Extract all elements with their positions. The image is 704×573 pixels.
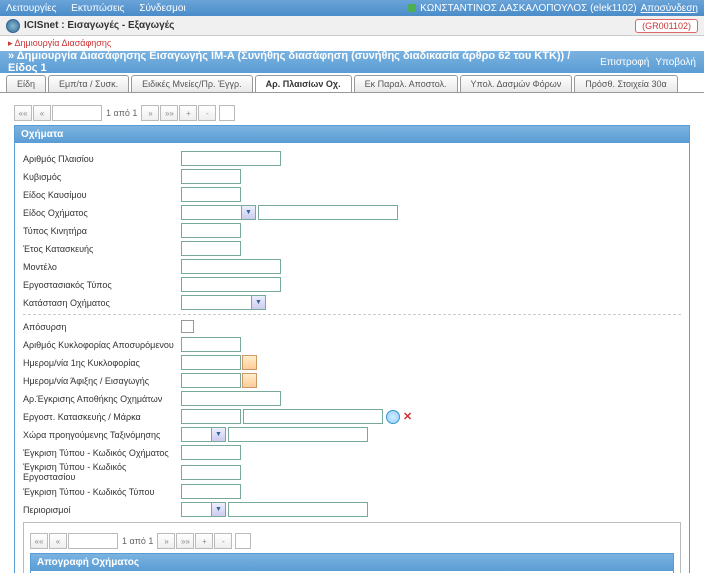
vehicles-panel: Οχήματα Αριθμός Πλαισίου Κυβισμός Είδος … (14, 125, 690, 573)
pager-prev[interactable]: « (33, 105, 51, 121)
inp-cc[interactable] (181, 169, 241, 184)
inp-country-desc[interactable] (228, 427, 368, 442)
inp-country[interactable] (181, 427, 211, 442)
page-title: » Δημιουργία Διασάφησης Εισαγωγής IM-A (… (8, 50, 600, 74)
pager-first[interactable]: «« (14, 105, 32, 121)
logout-link[interactable]: Αποσύνδεση (641, 3, 698, 14)
pager-last[interactable]: »» (160, 105, 178, 121)
pager-top: «« « 1 από 1 » »» + - (14, 105, 690, 121)
tab-2[interactable]: Ειδικές Μνείες/Πρ. Έγγρ. (131, 75, 253, 92)
lbl-fuel: Είδος Καυσίμου (23, 190, 181, 200)
tabs: Είδη Εμπ/τα / Συσκ. Ειδικές Μνείες/Πρ. Έ… (0, 73, 704, 93)
tab-3[interactable]: Αρ. Πλαισίων Οχ. (255, 75, 352, 92)
lbl-scrap: Απόσυρση (23, 322, 181, 332)
lbl-appr-t: Έγκριση Τύπου - Κωδικός Τύπου (23, 487, 181, 497)
lbl-country: Χώρα προηγούμενης Ταξινόμησης (23, 430, 181, 440)
lbl-year: Έτος Κατασκευής (23, 244, 181, 254)
pager-del[interactable]: - (198, 105, 216, 121)
back-button[interactable]: Επιστροφή (600, 57, 649, 68)
inp-scrapnum[interactable] (181, 337, 241, 352)
cal-date2[interactable] (242, 373, 257, 388)
inp-cond[interactable] (181, 295, 251, 310)
pager-extra[interactable] (219, 105, 235, 121)
lbl-scrapnum: Αριθμός Κυκλοφορίας Αποσυρόμενου (23, 340, 181, 350)
lbl-wh: Αρ.Έγκρισης Αποθήκης Οχημάτων (23, 394, 181, 404)
lbl-model: Μοντέλο (23, 262, 181, 272)
pager2-extra[interactable] (235, 533, 251, 549)
dd-vtype[interactable]: ▼ (241, 205, 256, 220)
tab-4[interactable]: Εκ Παραλ. Αποστολ. (354, 75, 458, 92)
inp-ftype[interactable] (181, 277, 281, 292)
registration-panel-title: Απογραφή Οχήματος (31, 554, 673, 571)
inp-year[interactable] (181, 241, 241, 256)
inp-make[interactable] (181, 409, 241, 424)
pager2-last[interactable]: »» (176, 533, 194, 549)
lbl-appr-f: Έγκριση Τύπου - Κωδικός Εργοστασίου (23, 462, 181, 482)
inp-vtype[interactable] (181, 205, 241, 220)
lbl-ftype: Εργοστασιακός Τύπος (23, 280, 181, 290)
pager-next[interactable]: » (141, 105, 159, 121)
globe-icon (6, 19, 20, 33)
pager-text: 1 από 1 (103, 108, 140, 118)
pager2-add[interactable]: + (195, 533, 213, 549)
registration-panel: Απογραφή Οχήματος Στοιχείο Απογραφικού ▼ (30, 553, 674, 573)
vehicles-panel-title: Οχήματα (15, 126, 689, 143)
pager2-del[interactable]: - (214, 533, 232, 549)
inp-fuel[interactable] (181, 187, 241, 202)
chk-scrap[interactable] (181, 320, 194, 333)
pager2-next[interactable]: » (157, 533, 175, 549)
tab-0[interactable]: Είδη (6, 75, 46, 92)
inner-subpanel: «« « 1 από 1 » »» + - Απογραφή Οχήματος … (23, 522, 681, 573)
inp-appr-f[interactable] (181, 465, 241, 480)
inp-restr[interactable] (181, 502, 211, 517)
tab-6[interactable]: Πρόσθ. Στοιχεία 30α (574, 75, 677, 92)
tab-1[interactable]: Εμπ/τα / Συσκ. (48, 75, 129, 92)
inp-wh[interactable] (181, 391, 281, 406)
pager2-text: 1 από 1 (119, 536, 156, 546)
inp-make-desc[interactable] (243, 409, 383, 424)
lbl-chassis: Αριθμός Πλαισίου (23, 154, 181, 164)
inp-chassis[interactable] (181, 151, 281, 166)
search-make-icon[interactable] (386, 410, 400, 424)
lbl-vtype: Είδος Οχήματος (23, 208, 181, 218)
menu-links[interactable]: Σύνδεσμοι (139, 3, 185, 14)
menu-prints[interactable]: Εκτυπώσεις (71, 3, 124, 14)
lbl-date2: Ημερομ/νία Άφιξης / Εισαγωγής (23, 376, 181, 386)
user-label: ΚΩΝΣΤΑΝΤΙΝΟΣ ΔΑΣΚΑΛΟΠΟΥΛΟΣ (elek1102) (420, 3, 637, 14)
pager-input[interactable] (52, 105, 102, 121)
lbl-cc: Κυβισμός (23, 172, 181, 182)
lbl-restr: Περιορισμοί (23, 505, 181, 515)
inp-date1[interactable] (181, 355, 241, 370)
inp-appr-v[interactable] (181, 445, 241, 460)
cal-date1[interactable] (242, 355, 257, 370)
dd-country[interactable]: ▼ (211, 427, 226, 442)
pager-inner: «« « 1 από 1 » »» + - (30, 533, 674, 549)
lbl-date1: Ημερομ/νία 1ης Κυκλοφορίας (23, 358, 181, 368)
lbl-make: Εργοστ. Κατασκευής / Μάρκα (23, 412, 181, 422)
submit-button[interactable]: Υποβολή (655, 57, 696, 68)
inp-restr-desc[interactable] (228, 502, 368, 517)
dd-restr[interactable]: ▼ (211, 502, 226, 517)
pager2-first[interactable]: «« (30, 533, 48, 549)
inp-date2[interactable] (181, 373, 241, 388)
inp-vtype-desc[interactable] (258, 205, 398, 220)
lbl-appr-v: Έγκριση Τύπου - Κωδικός Οχήματος (23, 448, 181, 458)
lbl-cond: Κατάσταση Οχήματος (23, 298, 181, 308)
inp-model[interactable] (181, 259, 281, 274)
pager2-input[interactable] (68, 533, 118, 549)
clear-make-icon[interactable]: ✕ (403, 410, 412, 423)
dd-cond[interactable]: ▼ (251, 295, 266, 310)
menu-functions[interactable]: Λειτουργίες (6, 3, 56, 14)
pager-add[interactable]: + (179, 105, 197, 121)
pager2-prev[interactable]: « (49, 533, 67, 549)
status-dot (408, 4, 416, 12)
breadcrumb: Δημιουργία Διασάφησης (0, 36, 704, 51)
tab-5[interactable]: Υπολ. Δασμών Φόρων (460, 75, 573, 92)
inp-engine[interactable] (181, 223, 241, 238)
inp-appr-t[interactable] (181, 484, 241, 499)
app-title: ICISnet : Εισαγωγές - Εξαγωγές (24, 20, 174, 31)
office-badge: (GR001102) (635, 19, 698, 33)
lbl-engine: Τύπος Κινητήρα (23, 226, 181, 236)
